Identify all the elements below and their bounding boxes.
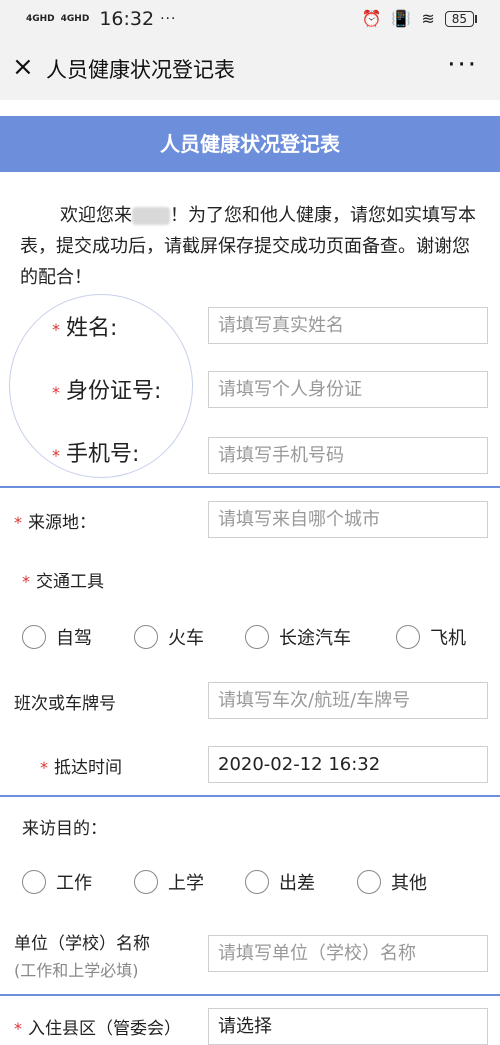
signal-icon-2: 4GHD xyxy=(60,13,90,24)
arrival-input[interactable]: 2020-02-12 16:32 xyxy=(208,746,488,783)
vibrate-icon: 📳 xyxy=(391,9,412,28)
blurred-city xyxy=(132,207,170,225)
purpose-option-1[interactable]: 上学 xyxy=(134,869,204,895)
nav-bar: × 人员健康状况登记表 ··· xyxy=(0,38,500,100)
required-star: * xyxy=(40,758,48,777)
residence-label: * 入住县区（管委会） xyxy=(14,1019,181,1039)
transport-label: * 交通工具 xyxy=(22,572,104,592)
battery-icon: 85 xyxy=(444,10,478,27)
required-star: * xyxy=(22,572,30,591)
status-time: 16:32 xyxy=(99,8,155,30)
arrival-label: * 抵达时间 xyxy=(40,758,122,778)
required-star: * xyxy=(52,446,60,465)
nav-title: 人员健康状况登记表 xyxy=(46,58,235,82)
radio-circle[interactable] xyxy=(134,870,158,894)
radio-circle[interactable] xyxy=(357,870,381,894)
more-icon[interactable]: ··· xyxy=(447,50,478,80)
trip-no-label: 班次或车牌号 xyxy=(14,694,116,714)
residence-select[interactable]: 请选择 xyxy=(208,1008,488,1045)
wifi-icon: ≋ xyxy=(421,9,435,28)
phone-label: * 手机号: xyxy=(52,442,140,467)
section-divider xyxy=(0,486,500,488)
unit-label: 单位（学校）名称 xyxy=(14,934,150,954)
required-star: * xyxy=(14,513,22,532)
id-input[interactable]: 请填写个人身份证 xyxy=(208,371,488,408)
purpose-option-0[interactable]: 工作 xyxy=(22,869,92,895)
phone-input[interactable]: 请填写手机号码 xyxy=(208,437,488,474)
id-label: * 身份证号: xyxy=(52,379,162,404)
trip-no-input[interactable]: 请填写车次/航班/车牌号 xyxy=(208,682,488,719)
section-divider-3 xyxy=(0,994,500,996)
transport-option-3[interactable]: 飞机 xyxy=(396,624,466,650)
transport-option-1[interactable]: 火车 xyxy=(134,624,204,650)
radio-circle[interactable] xyxy=(396,625,420,649)
name-input[interactable]: 请填写真实姓名 xyxy=(208,307,488,344)
radio-circle[interactable] xyxy=(245,870,269,894)
unit-hint: (工作和上学必填) xyxy=(14,961,139,980)
purpose-option-3[interactable]: 其他 xyxy=(357,869,427,895)
close-icon[interactable]: × xyxy=(12,52,34,82)
radio-circle[interactable] xyxy=(22,625,46,649)
name-label: * 姓名: xyxy=(52,316,118,341)
unit-input[interactable]: 请填写单位（学校）名称 xyxy=(208,935,488,972)
notification-dots: ··· xyxy=(160,11,177,27)
transport-option-0[interactable]: 自驾 xyxy=(22,624,92,650)
section-divider-2 xyxy=(0,795,500,797)
form-header: 人员健康状况登记表 xyxy=(0,116,500,172)
radio-circle[interactable] xyxy=(245,625,269,649)
radio-circle[interactable] xyxy=(134,625,158,649)
intro-before: 欢迎您来 xyxy=(60,205,132,226)
alarm-icon: ⏰ xyxy=(361,9,382,28)
status-bar: 4GHD 4GHD 16:32 ··· ⏰ 📳 ≋ 85 xyxy=(0,0,500,38)
intro-text: 欢迎您来 ！为了您和他人健康，请您如实填写本表，提交成功后，请截屏保存提交成功页面… xyxy=(20,200,482,293)
transport-option-2[interactable]: 长途汽车 xyxy=(245,624,351,650)
purpose-label: 来访目的： xyxy=(22,819,107,839)
origin-label: * 来源地： xyxy=(14,513,96,533)
purpose-option-2[interactable]: 出差 xyxy=(245,869,315,895)
required-star: * xyxy=(52,383,60,402)
signal-icon: 4GHD xyxy=(26,13,55,24)
origin-input[interactable]: 请填写来自哪个城市 xyxy=(208,501,488,538)
required-star: * xyxy=(52,320,60,339)
radio-circle[interactable] xyxy=(22,870,46,894)
